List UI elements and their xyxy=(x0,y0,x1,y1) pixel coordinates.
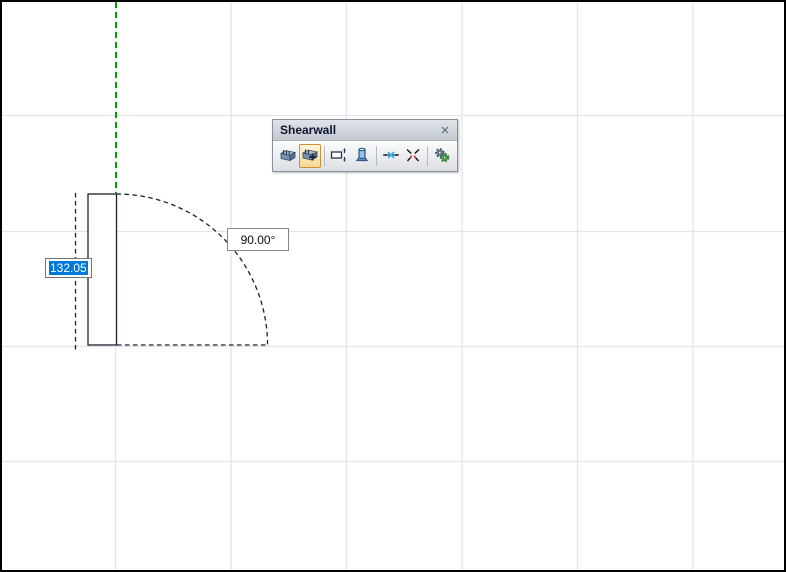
break-node-icon xyxy=(404,146,422,167)
add-shearwall-button[interactable] xyxy=(299,144,322,168)
wall-add-icon xyxy=(301,146,319,167)
snap-axis-button[interactable] xyxy=(380,144,402,168)
pedestal-button[interactable] xyxy=(350,144,372,168)
settings-button[interactable] xyxy=(431,144,453,168)
gears-icon xyxy=(433,146,451,167)
angle-value: 90.00° xyxy=(240,232,276,247)
toolbar-separator xyxy=(426,146,428,166)
break-node-button[interactable] xyxy=(402,144,424,168)
toolbar-separator xyxy=(375,146,377,166)
close-icon[interactable]: × xyxy=(437,122,453,139)
toolbar-separator xyxy=(324,146,326,166)
angle-label: 90.00° xyxy=(227,228,289,251)
dimension-input[interactable]: 132.05 xyxy=(45,258,92,278)
drawing-canvas[interactable] xyxy=(0,0,786,572)
draw-shearwall-button[interactable] xyxy=(277,144,299,168)
wall-thickness-icon xyxy=(330,146,348,167)
grid-lines xyxy=(2,2,784,570)
wall-outline xyxy=(87,193,118,346)
pedestal-icon xyxy=(353,146,371,167)
toolbar-body xyxy=(273,141,457,171)
toolbar-title: Shearwall xyxy=(280,123,337,137)
snap-axis-icon xyxy=(382,146,400,167)
toolbar-titlebar[interactable]: Shearwall × xyxy=(273,120,457,141)
drawing-area: 132.05 90.00° Shearwall × xyxy=(0,0,786,572)
wall-icon xyxy=(279,146,297,167)
angle-arc xyxy=(116,193,269,346)
dimension-value: 132.05 xyxy=(49,261,88,275)
shearwall-toolbar: Shearwall × xyxy=(272,119,458,172)
wall-thickness-button[interactable] xyxy=(328,144,350,168)
